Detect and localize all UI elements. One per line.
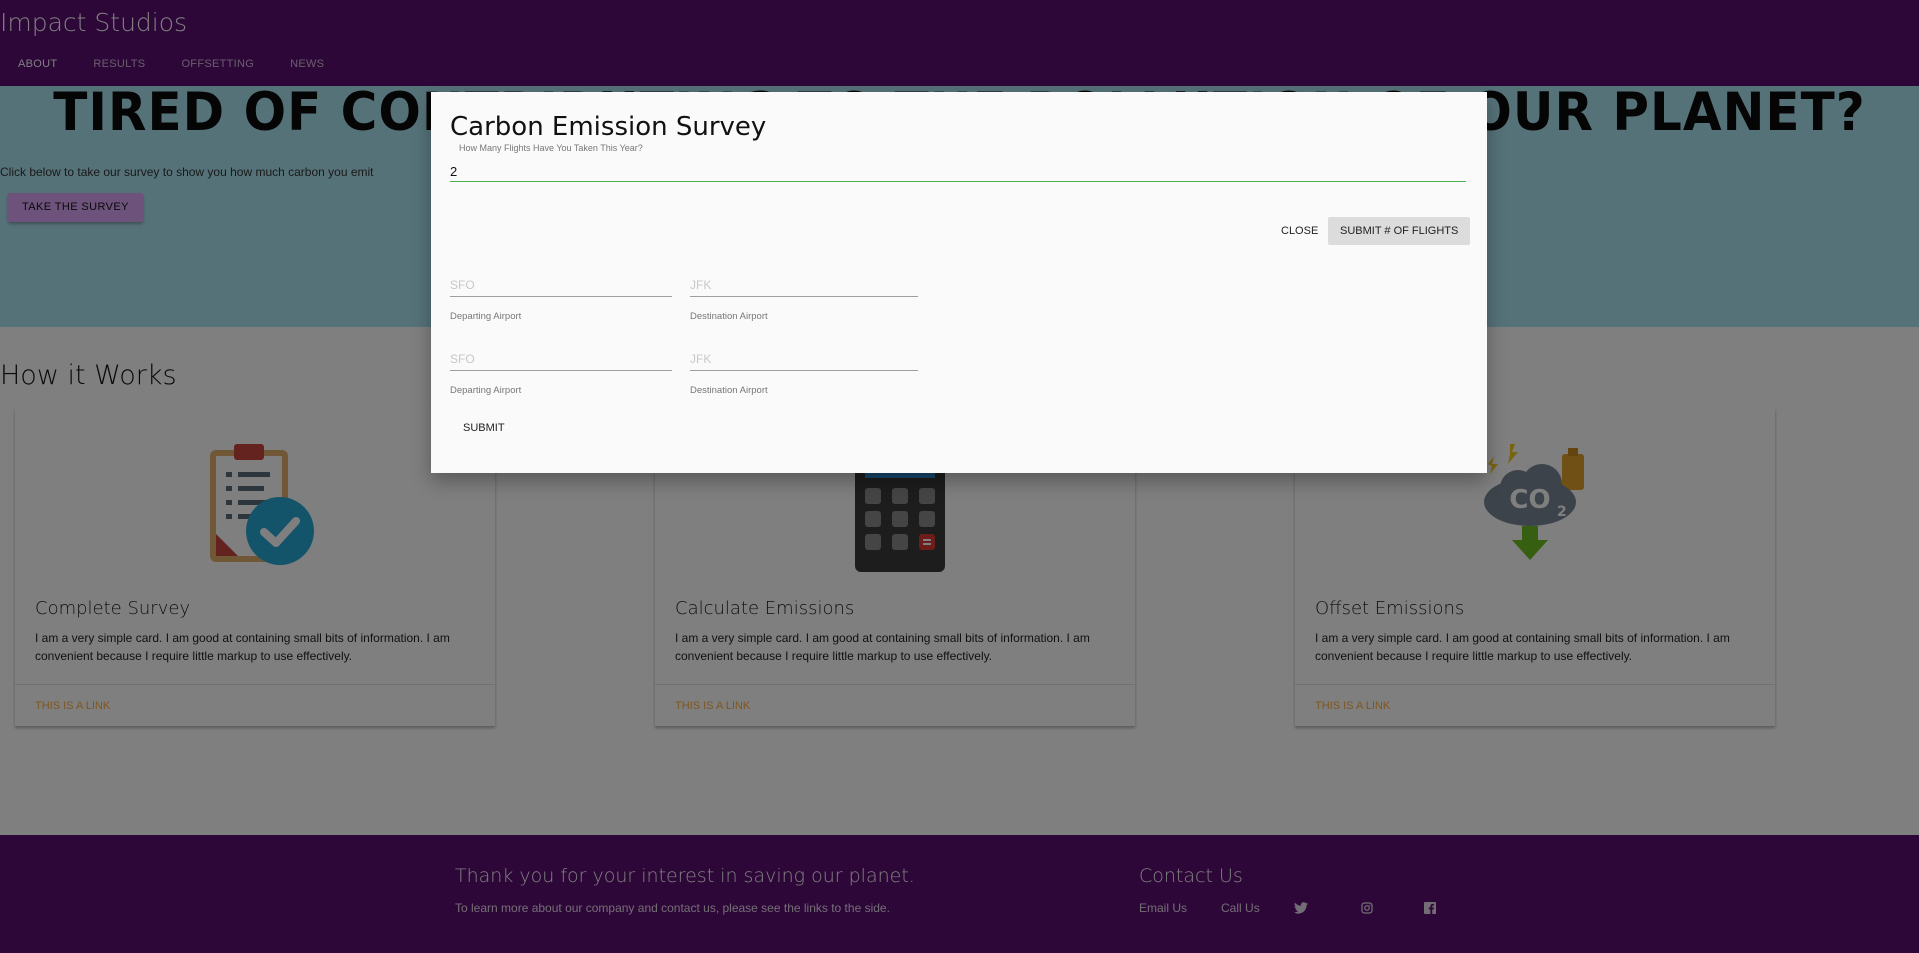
departing-airport-input[interactable] <box>450 348 672 371</box>
submit-flights-button[interactable]: SUBMIT <box>450 414 518 442</box>
destination-airport-input[interactable] <box>690 274 918 297</box>
survey-modal: Carbon Emission Survey How Many Flights … <box>431 92 1487 473</box>
departing-airport-input[interactable] <box>450 274 672 297</box>
departing-airport-label: Departing Airport <box>450 385 522 396</box>
destination-airport-input[interactable] <box>690 348 918 371</box>
departing-airport-label: Departing Airport <box>450 311 522 322</box>
close-button[interactable]: CLOSE <box>1269 217 1330 245</box>
modal-title: Carbon Emission Survey <box>450 112 767 142</box>
destination-airport-label: Destination Airport <box>690 311 768 322</box>
flights-count-input[interactable] <box>450 161 1466 182</box>
destination-airport-label: Destination Airport <box>690 385 768 396</box>
flights-count-label: How Many Flights Have You Taken This Yea… <box>459 143 643 153</box>
submit-flight-count-button[interactable]: SUBMIT # OF FLIGHTS <box>1328 217 1471 245</box>
